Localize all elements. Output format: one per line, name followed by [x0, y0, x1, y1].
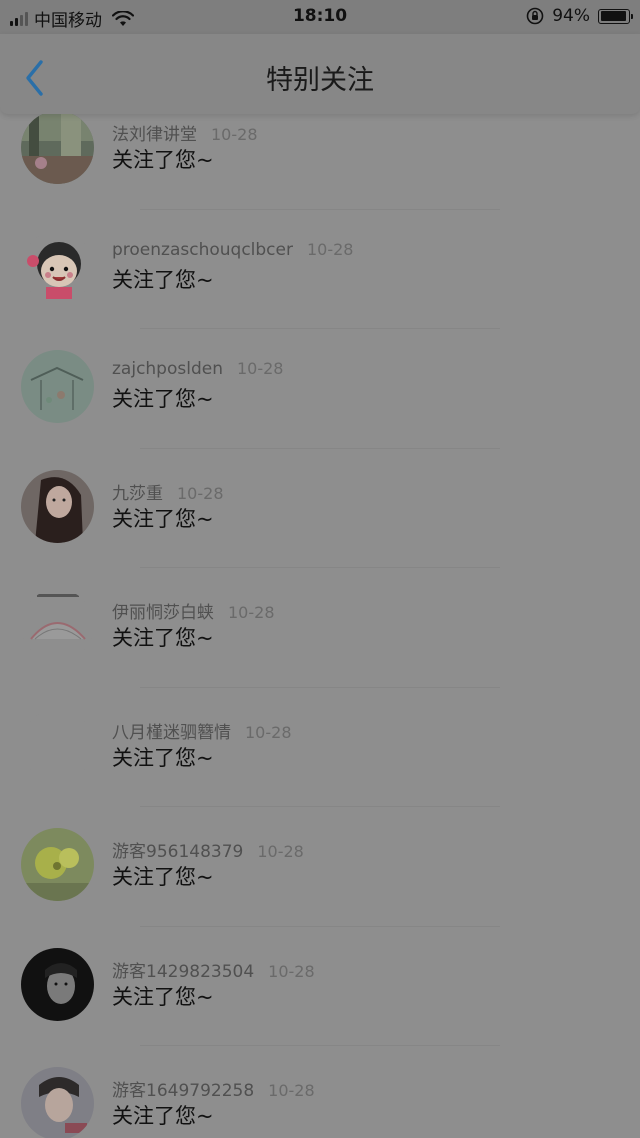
user-name[interactable]: proenzaschouqclbcer — [112, 240, 293, 260]
name-line: 八月槿迷驷簪情 10-28 — [112, 718, 292, 743]
item-date: 10-28 — [236, 359, 284, 378]
item-message: 关注了您~ — [112, 387, 214, 411]
item-message: 关注了您~ — [112, 984, 214, 1009]
avatar-image — [21, 947, 94, 1021]
avatar[interactable] — [21, 947, 94, 1021]
list-item[interactable]: 八月槿迷驷簪情 10-28 关注了您~ — [0, 688, 640, 807]
user-name[interactable]: 法刘律讲堂 — [112, 125, 197, 145]
avatar[interactable] — [21, 1067, 94, 1138]
item-message: 关注了您~ — [112, 865, 214, 889]
battery-percent: 94% — [552, 6, 590, 26]
avatar-image — [21, 350, 94, 423]
avatar[interactable] — [21, 230, 94, 304]
avatar-image — [21, 589, 94, 662]
status-right: 94% — [526, 6, 633, 26]
item-date: 10-28 — [211, 125, 258, 144]
name-line: 九莎重 10-28 — [112, 479, 224, 504]
item-date: 10-28 — [268, 1081, 315, 1100]
user-name[interactable]: 伊丽恫莎白蛱 — [112, 603, 214, 623]
item-date: 10-28 — [268, 961, 315, 981]
avatar[interactable] — [21, 111, 94, 184]
user-name[interactable]: 游客1649792258 — [112, 1081, 254, 1101]
avatar-image — [21, 708, 94, 782]
item-date: 10-28 — [177, 483, 224, 503]
battery-icon — [598, 8, 633, 24]
page-title: 特别关注 — [266, 65, 374, 96]
rotation-lock-icon — [526, 7, 544, 25]
item-date: 10-28 — [306, 239, 354, 259]
list-item[interactable]: 伊丽恫莎白蛱 10-28 关注了您~ — [0, 568, 640, 688]
user-name[interactable]: zajchposlden — [112, 359, 223, 379]
avatar-image — [21, 230, 94, 304]
avatar[interactable] — [21, 589, 94, 662]
list-item[interactable]: proenzaschouqclbcer 10-28 关注了您~ — [0, 210, 640, 329]
avatar[interactable] — [21, 469, 94, 543]
avatar-image — [21, 469, 94, 543]
user-name[interactable]: 游客1429823504 — [112, 962, 254, 982]
item-message: 关注了您~ — [112, 1104, 214, 1128]
item-date: 10-28 — [228, 603, 275, 622]
item-message: 关注了您~ — [112, 267, 214, 292]
item-message: 关注了您~ — [112, 148, 214, 172]
follow-list: 法刘律讲堂 10-28 关注了您~ proenzaschouqclbcer 10… — [0, 90, 640, 1138]
avatar-image — [21, 828, 94, 901]
list-item[interactable]: 游客1429823504 10-28 关注了您~ — [0, 927, 640, 1046]
list-item[interactable]: 游客956148379 10-28 关注了您~ — [0, 807, 640, 927]
screen: 中国移动 18:10 94% 特别关注 法刘律讲堂 10-28 关注了您~ pr… — [0, 0, 640, 1138]
name-line: 游客1429823504 10-28 — [112, 957, 315, 982]
item-date: 10-28 — [245, 722, 292, 742]
name-line: 伊丽恫莎白蛱 10-28 — [112, 598, 275, 623]
list-item[interactable]: zajchposlden 10-28 关注了您~ — [0, 329, 640, 449]
name-line: 游客956148379 10-28 — [112, 837, 304, 862]
nav-bar: 特别关注 — [0, 34, 640, 114]
item-message: 关注了您~ — [112, 506, 214, 531]
avatar-image — [21, 111, 94, 184]
user-name[interactable]: 八月槿迷驷簪情 — [112, 723, 231, 743]
avatar[interactable] — [21, 828, 94, 901]
user-name[interactable]: 游客956148379 — [112, 842, 243, 862]
avatar[interactable] — [21, 350, 94, 423]
name-line: zajchposlden 10-28 — [112, 359, 283, 379]
list-item[interactable]: 九莎重 10-28 关注了您~ — [0, 449, 640, 568]
user-name[interactable]: 九莎重 — [112, 484, 163, 504]
name-line: 游客1649792258 10-28 — [112, 1076, 315, 1101]
item-message: 关注了您~ — [112, 626, 214, 650]
avatar[interactable] — [21, 708, 94, 782]
status-bar: 中国移动 18:10 94% — [0, 0, 640, 34]
item-date: 10-28 — [257, 842, 304, 861]
name-line: proenzaschouqclbcer 10-28 — [112, 240, 353, 260]
avatar-image — [21, 1067, 94, 1138]
name-line: 法刘律讲堂 10-28 — [112, 120, 258, 145]
list-item[interactable]: 游客1649792258 10-28 关注了您~ — [0, 1046, 640, 1138]
item-message: 关注了您~ — [112, 745, 214, 770]
